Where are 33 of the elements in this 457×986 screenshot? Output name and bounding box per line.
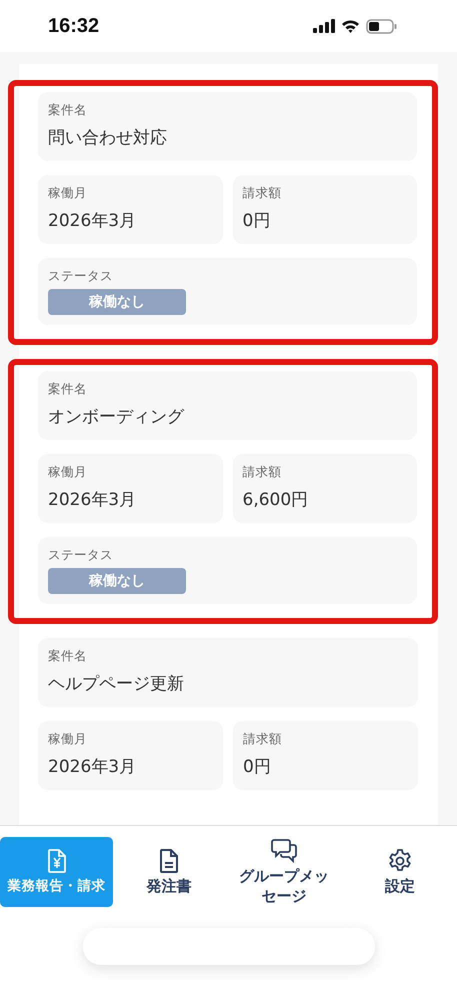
yen-document-icon	[48, 848, 66, 872]
field-label: 請求額	[243, 730, 283, 748]
field-label: 稼働月	[48, 463, 88, 481]
nav-tab[interactable]: 発注書	[119, 837, 219, 907]
clock-time: 16:32	[48, 14, 100, 38]
field-label: 案件名	[48, 101, 88, 119]
field-value: 6,600円	[242, 489, 310, 512]
field-value: オンボーディング	[48, 406, 186, 429]
field-label: ステータス	[48, 546, 114, 564]
wifi-icon	[341, 19, 360, 33]
field-value: 0円	[242, 210, 272, 233]
field-label: ステータス	[48, 267, 114, 285]
field-label: 案件名	[48, 647, 88, 665]
settings-icon	[388, 848, 412, 872]
field-label: 稼働月	[48, 730, 88, 748]
nav-tab[interactable]: グループメッセージ	[225, 837, 343, 907]
field-value: ヘルプページ更新	[48, 673, 185, 696]
field-label: 請求額	[242, 463, 282, 481]
status-badge: 稼働なし	[48, 568, 186, 594]
field-value: 問い合わせ対応	[48, 127, 168, 150]
document-icon	[160, 848, 178, 872]
field-label: 請求額	[242, 184, 282, 202]
field-value: 2026年3月	[48, 210, 138, 233]
field-value: 2026年3月	[48, 756, 138, 779]
field-value: 0円	[243, 756, 272, 779]
field-value: 2026年3月	[48, 489, 138, 512]
battery-icon	[366, 18, 397, 34]
field-label: 案件名	[48, 380, 88, 398]
chat-bubbles-icon	[271, 838, 297, 862]
signal-icon	[313, 19, 335, 33]
field-label: 稼働月	[48, 184, 88, 202]
status-badge: 稼働なし	[48, 289, 186, 315]
nav-tab[interactable]: 設定	[349, 837, 451, 907]
